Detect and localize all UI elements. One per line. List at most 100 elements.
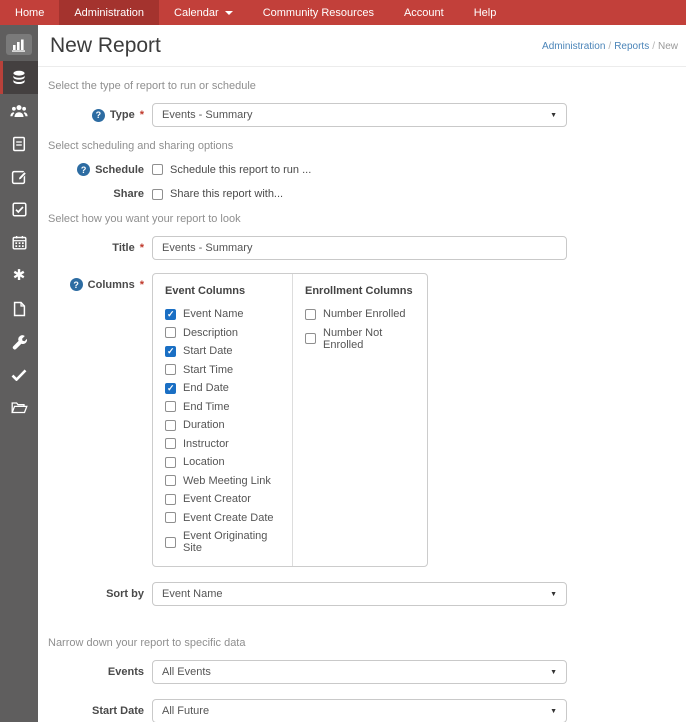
column-checkbox-end-date[interactable]: End Date: [165, 382, 288, 394]
checkbox-checked-icon: [165, 346, 176, 357]
nav-item-label: Help: [474, 7, 497, 19]
column-checkbox-start-date[interactable]: Start Date: [165, 345, 288, 357]
chevron-down-icon: [550, 669, 557, 676]
sidebar-item-reports-chart[interactable]: [0, 28, 38, 61]
checkbox-unchecked-icon: [165, 327, 176, 338]
checkbox-label: Instructor: [183, 438, 229, 450]
main-content: New Report Administration/Reports/New Se…: [38, 25, 686, 722]
sidebar: ✱: [0, 25, 38, 722]
chevron-down-icon: [550, 591, 557, 598]
share-checkbox[interactable]: Share this report with...: [152, 188, 283, 200]
nav-item-community-resources[interactable]: Community Resources: [248, 0, 389, 25]
column-checkbox-event-name[interactable]: Event Name: [165, 308, 288, 320]
section-heading-type: Select the type of report to run or sche…: [48, 80, 674, 92]
schedule-row: Schedule Schedule this report to run ...: [48, 163, 674, 176]
sort-by-label-cell: Sort by: [48, 588, 144, 600]
breadcrumb-new: New: [658, 41, 678, 52]
column-checkbox-web-meeting-link[interactable]: Web Meeting Link: [165, 475, 288, 487]
database-icon: [11, 70, 27, 86]
checkbox-label: Event Create Date: [183, 512, 274, 524]
help-icon[interactable]: [92, 109, 105, 122]
share-label-cell: Share: [48, 188, 144, 200]
nav-item-administration[interactable]: Administration: [59, 0, 159, 25]
schedule-checkbox[interactable]: Schedule this report to run ...: [152, 164, 311, 176]
start-date-label-cell: Start Date: [48, 705, 144, 717]
required-asterisk: *: [140, 242, 144, 254]
column-checkbox-event-create-date[interactable]: Event Create Date: [165, 512, 288, 524]
columns-label-cell: Columns *: [48, 273, 144, 291]
share-checkbox-label: Share this report with...: [170, 188, 283, 200]
sidebar-item-file[interactable]: [0, 292, 38, 325]
nav-item-home[interactable]: Home: [0, 0, 59, 25]
sidebar-item-check-square[interactable]: [0, 193, 38, 226]
checkbox-label: Event Originating Site: [183, 530, 288, 554]
checkbox-label: Event Creator: [183, 493, 251, 505]
nav-item-label: Home: [15, 7, 44, 19]
nav-item-label: Community Resources: [263, 7, 374, 19]
check-icon: [11, 369, 27, 381]
checkbox-unchecked-icon: [152, 189, 163, 200]
checkbox-checked-icon: [165, 309, 176, 320]
sidebar-item-check[interactable]: [0, 358, 38, 391]
help-icon[interactable]: [77, 163, 90, 176]
checkbox-unchecked-icon: [165, 420, 176, 431]
help-icon[interactable]: [70, 278, 83, 291]
checkbox-unchecked-icon: [165, 494, 176, 505]
column-checkbox-end-time[interactable]: End Time: [165, 401, 288, 413]
checkbox-unchecked-icon: [165, 537, 176, 548]
checkbox-unchecked-icon: [165, 457, 176, 468]
title-input[interactable]: [152, 236, 567, 260]
nav-item-calendar[interactable]: Calendar: [159, 0, 248, 25]
sidebar-item-wrench[interactable]: [0, 325, 38, 358]
title-label: Title: [112, 242, 134, 254]
sidebar-item-database[interactable]: [0, 61, 38, 94]
nav-item-help[interactable]: Help: [459, 0, 512, 25]
breadcrumb-administration[interactable]: Administration: [542, 41, 605, 52]
wrench-icon: [11, 334, 27, 350]
start-date-row: Start Date All Future: [48, 699, 674, 722]
column-checkbox-description[interactable]: Description: [165, 327, 288, 339]
column-group-event-columns: Event ColumnsEvent NameDescriptionStart …: [153, 274, 293, 566]
sidebar-item-users[interactable]: [0, 94, 38, 127]
type-select[interactable]: Events - Summary: [152, 103, 567, 127]
column-checkbox-number-not-enrolled[interactable]: Number Not Enrolled: [305, 327, 423, 351]
column-checkbox-event-creator[interactable]: Event Creator: [165, 493, 288, 505]
page-header: New Report Administration/Reports/New: [38, 25, 686, 67]
sort-by-select-value: Event Name: [162, 588, 223, 600]
column-checkbox-duration[interactable]: Duration: [165, 419, 288, 431]
sidebar-item-book[interactable]: [0, 127, 38, 160]
checkbox-unchecked-icon: [165, 438, 176, 449]
checkbox-unchecked-icon: [165, 364, 176, 375]
top-nav: Home AdministrationCalendar Community Reso…: [0, 0, 686, 25]
sidebar-item-edit[interactable]: [0, 160, 38, 193]
events-select[interactable]: All Events: [152, 660, 567, 684]
type-label: Type: [110, 109, 135, 121]
events-label: Events: [108, 666, 144, 678]
sort-by-select[interactable]: Event Name: [152, 582, 567, 606]
column-checkbox-start-time[interactable]: Start Time: [165, 364, 288, 376]
file-icon: [13, 301, 26, 317]
breadcrumb-reports[interactable]: Reports: [614, 41, 649, 52]
edit-pencil-icon: [11, 169, 27, 185]
report-form: Select the type of report to run or sche…: [38, 80, 686, 722]
column-checkbox-location[interactable]: Location: [165, 456, 288, 468]
required-asterisk: *: [140, 279, 144, 291]
sidebar-item-calendar[interactable]: [0, 226, 38, 259]
column-checkbox-instructor[interactable]: Instructor: [165, 438, 288, 450]
section-heading-look: Select how you want your report to look: [48, 213, 674, 225]
book-icon: [12, 136, 26, 152]
page-title: New Report: [50, 33, 161, 58]
column-checkbox-number-enrolled[interactable]: Number Enrolled: [305, 308, 423, 320]
schedule-label: Schedule: [95, 164, 144, 176]
start-date-label: Start Date: [92, 705, 144, 717]
checkbox-checked-icon: [165, 383, 176, 394]
sidebar-item-folder-open[interactable]: [0, 391, 38, 424]
checkbox-unchecked-icon: [305, 333, 316, 344]
share-label: Share: [113, 188, 144, 200]
section-heading-narrow: Narrow down your report to specific data: [48, 637, 674, 649]
column-checkbox-event-originating-site[interactable]: Event Originating Site: [165, 530, 288, 554]
nav-item-account[interactable]: Account: [389, 0, 459, 25]
start-date-select[interactable]: All Future: [152, 699, 567, 722]
checkbox-label: Start Time: [183, 364, 233, 376]
sidebar-item-cog[interactable]: ✱: [0, 259, 38, 292]
